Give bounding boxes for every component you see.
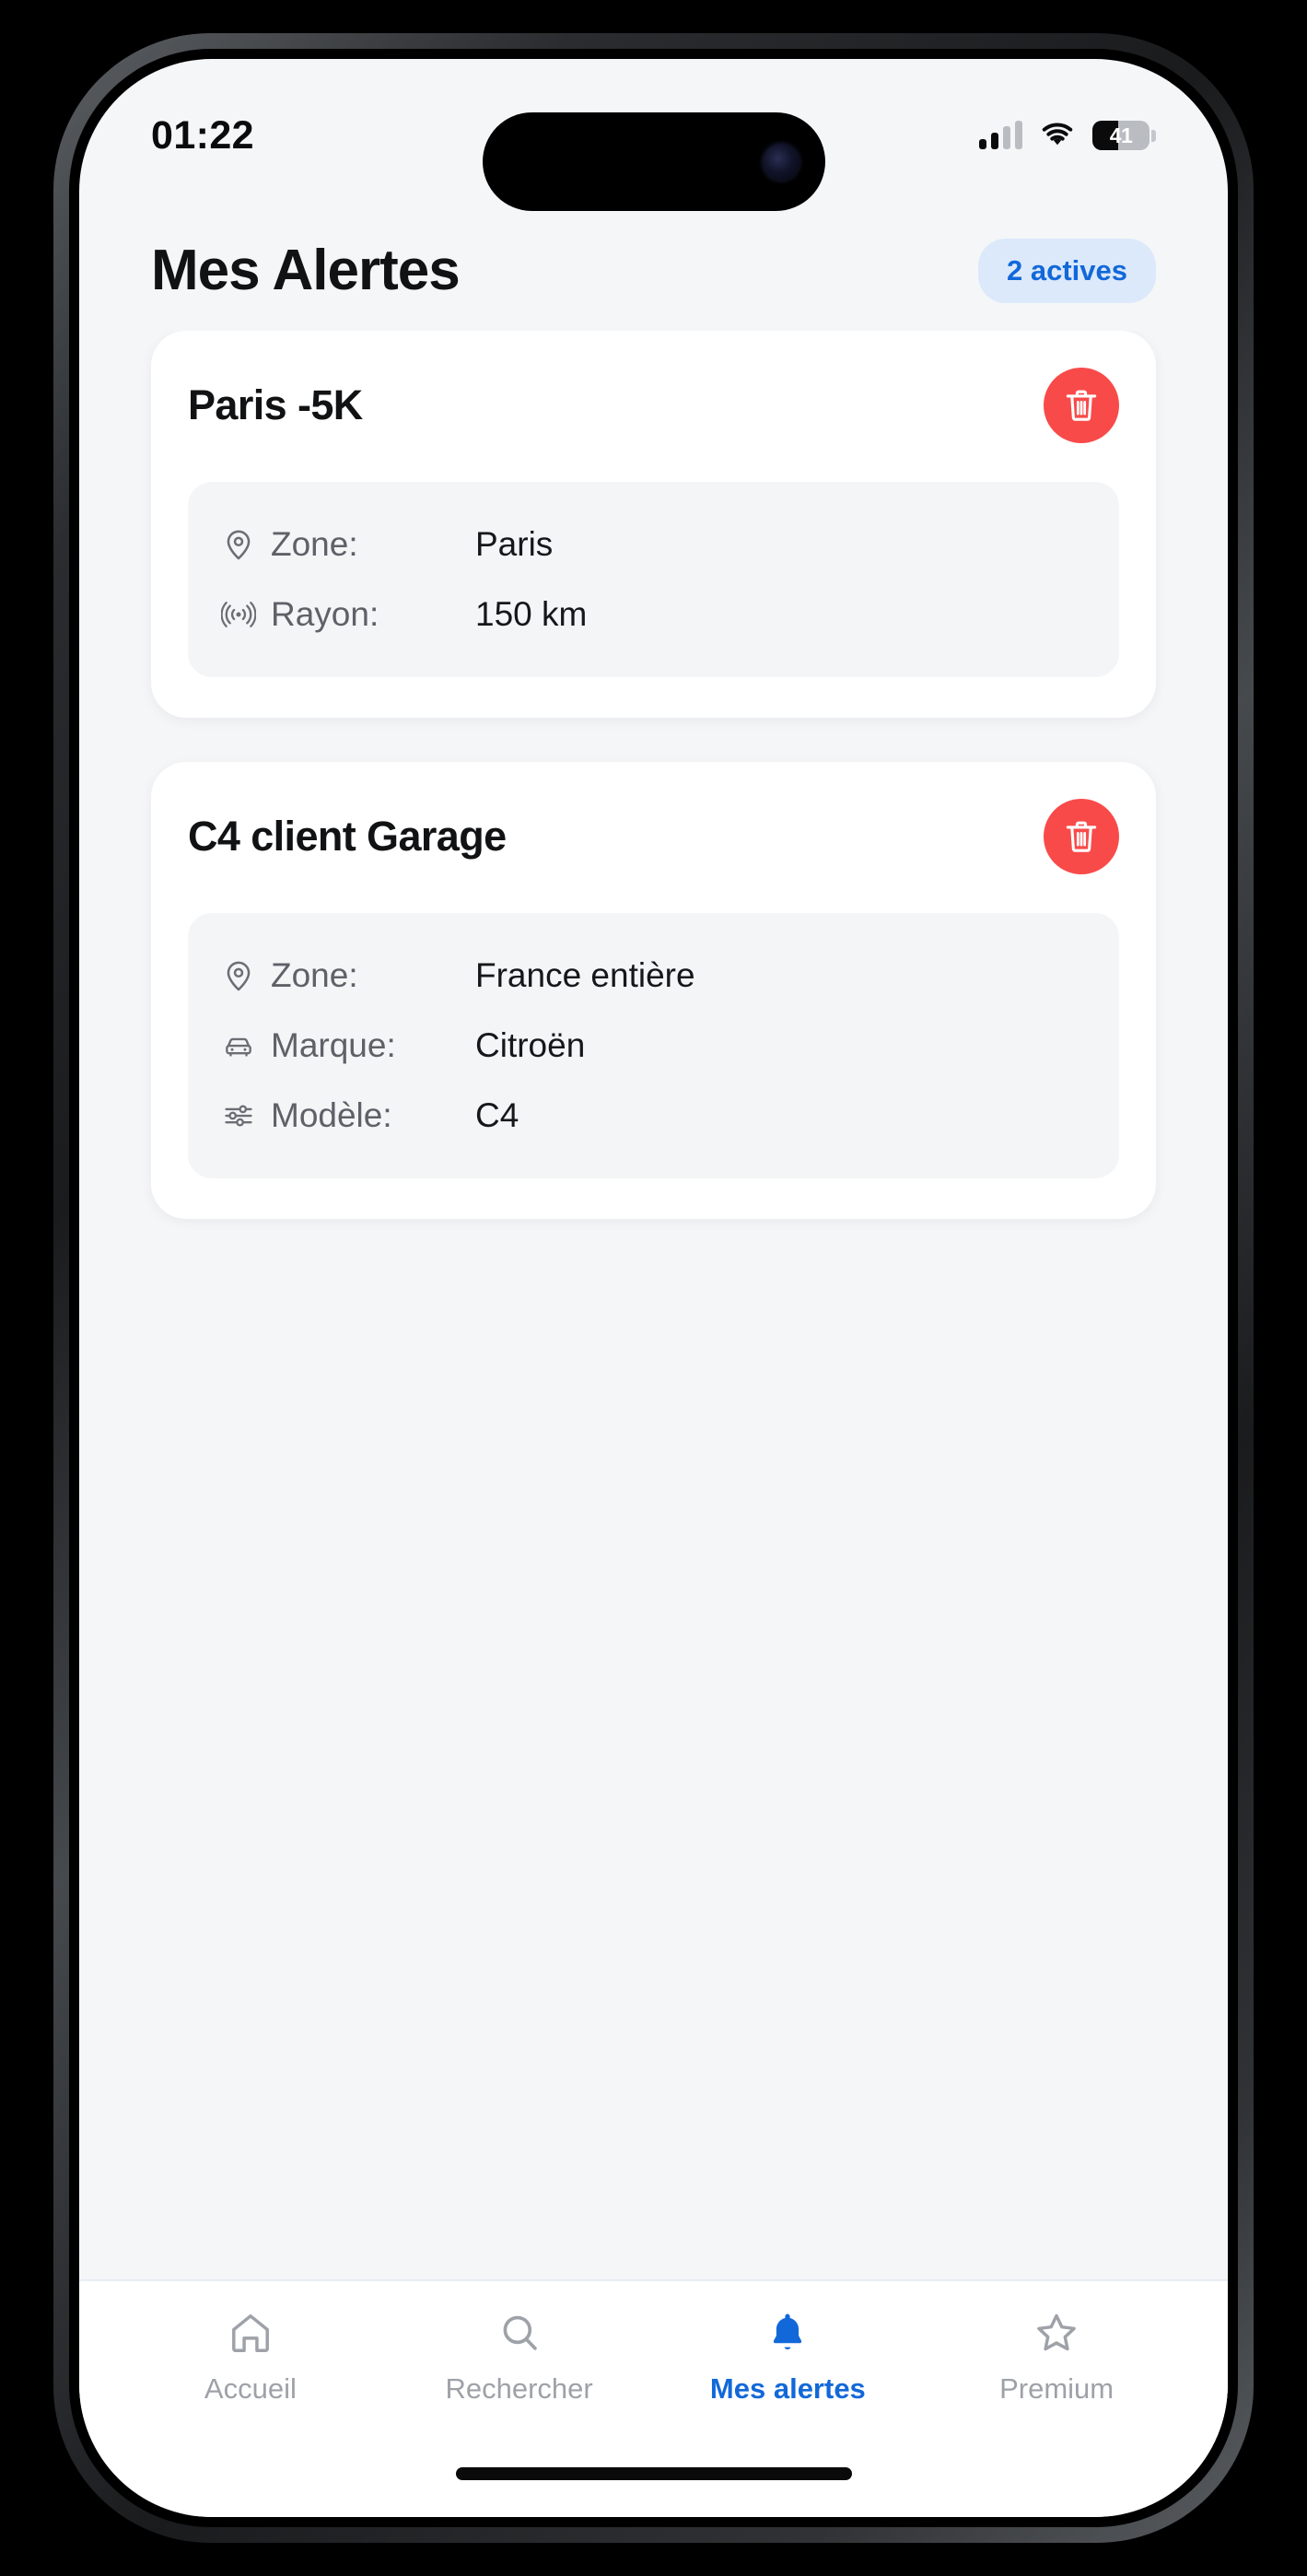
star-icon: [1037, 2313, 1076, 2351]
tab-premium[interactable]: Premium: [922, 2309, 1191, 2460]
status-indicators: 41: [979, 118, 1156, 153]
device-bezel: 01:22 41 Mes Alertes 2 actives Paris -5K…: [69, 49, 1238, 2527]
detail-row: Marque: Citroën: [221, 1011, 1086, 1081]
alert-card-header: C4 client Garage: [188, 799, 1119, 874]
page-header: Mes Alertes 2 actives: [79, 197, 1228, 331]
active-alerts-badge: 2 actives: [978, 238, 1156, 303]
alerts-list: Paris -5K Zone: Paris Rayon: 150 km C4 c…: [79, 331, 1228, 2279]
detail-value: 150 km: [475, 595, 588, 633]
detail-value: France entière: [475, 956, 695, 994]
tab-accueil[interactable]: Accueil: [116, 2309, 385, 2460]
tab-label: Premium: [999, 2372, 1114, 2405]
tab-mes-alertes[interactable]: Mes alertes: [654, 2309, 923, 2460]
car-front-icon: [221, 1028, 271, 1063]
detail-value: Paris: [475, 525, 554, 563]
phone-screen: 01:22 41 Mes Alertes 2 actives Paris -5K…: [79, 59, 1228, 2517]
detail-label: Marque:: [271, 1026, 396, 1064]
detail-label: Zone:: [271, 525, 358, 563]
search-icon: [503, 2315, 537, 2350]
delete-alert-button[interactable]: [1044, 368, 1119, 443]
tab-label: Rechercher: [445, 2372, 593, 2405]
alert-details-panel: Zone: France entière Marque: Citroën Mod…: [188, 913, 1119, 1178]
sliders-icon: [221, 1098, 271, 1133]
battery-icon: 41: [1092, 121, 1149, 150]
front-camera-icon: [762, 143, 799, 181]
bottom-tab-bar: Accueil Rechercher Mes alertes Premium: [79, 2279, 1228, 2460]
bell-icon: [774, 2313, 802, 2350]
detail-label: Rayon:: [271, 595, 379, 633]
home-indicator-area: [79, 2460, 1228, 2517]
map-pin-icon: [221, 958, 271, 993]
detail-row: Modèle: C4: [221, 1081, 1086, 1151]
status-time: 01:22: [151, 112, 254, 158]
phone-device-frame: 01:22 41 Mes Alertes 2 actives Paris -5K…: [53, 33, 1254, 2543]
detail-row: Zone: France entière: [221, 941, 1086, 1011]
radio-waves-icon: [221, 597, 271, 632]
page-title: Mes Alertes: [151, 239, 461, 302]
detail-row: Zone: Paris: [221, 509, 1086, 580]
tab-label: Mes alertes: [709, 2372, 866, 2405]
home-icon: [231, 2314, 269, 2353]
detail-label: Zone:: [271, 956, 358, 994]
alert-details-panel: Zone: Paris Rayon: 150 km: [188, 482, 1119, 677]
alert-card[interactable]: Paris -5K Zone: Paris Rayon: 150 km: [151, 331, 1156, 718]
screenshot-stage: 01:22 41 Mes Alertes 2 actives Paris -5K…: [0, 0, 1307, 2576]
detail-value: Citroën: [475, 1026, 586, 1064]
alert-card[interactable]: C4 client Garage Zone: France entière Ma…: [151, 762, 1156, 1219]
status-bar: 01:22 41: [79, 59, 1228, 211]
tab-rechercher[interactable]: Rechercher: [385, 2309, 654, 2460]
dynamic-island: [482, 112, 825, 211]
home-indicator-bar[interactable]: [455, 2467, 852, 2480]
detail-row: Rayon: 150 km: [221, 580, 1086, 650]
alert-title: Paris -5K: [188, 381, 363, 428]
detail-label: Modèle:: [271, 1096, 392, 1134]
detail-value: C4: [475, 1096, 519, 1134]
delete-alert-button[interactable]: [1044, 799, 1119, 874]
battery-percent-label: 41: [1109, 123, 1133, 147]
map-pin-icon: [221, 527, 271, 562]
trash-icon: [1066, 821, 1097, 852]
wifi-icon: [1042, 123, 1073, 146]
trash-icon: [1066, 390, 1097, 421]
battery-cap: [1151, 129, 1156, 142]
alert-card-header: Paris -5K: [188, 368, 1119, 443]
alert-title: C4 client Garage: [188, 813, 507, 860]
tab-label: Accueil: [204, 2372, 297, 2405]
cellular-signal-icon: [979, 121, 1022, 149]
